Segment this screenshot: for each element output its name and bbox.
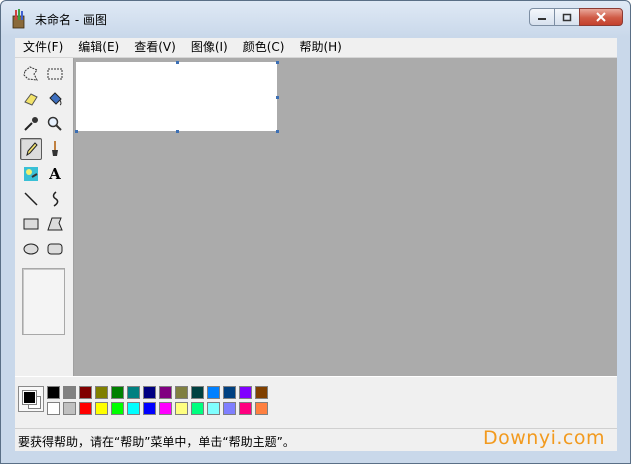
tool-pick-color[interactable] <box>20 113 42 135</box>
line-icon <box>24 192 38 206</box>
palette-color-swatch[interactable] <box>239 402 252 415</box>
palette-color-swatch[interactable] <box>175 386 188 399</box>
color-palette <box>15 376 617 421</box>
palette-color-swatch[interactable] <box>95 386 108 399</box>
menu-image[interactable]: 图像(I) <box>183 38 235 57</box>
palette-color-swatch[interactable] <box>63 402 76 415</box>
foreground-color-swatch <box>22 390 37 405</box>
color-picker-icon <box>24 117 38 131</box>
tool-brush[interactable] <box>44 138 66 160</box>
tool-rect-select[interactable] <box>44 63 66 85</box>
palette-color-swatch[interactable] <box>79 402 92 415</box>
resize-handle-corner[interactable] <box>276 130 279 133</box>
toolbox: A <box>15 58 74 376</box>
palette-color-swatch[interactable] <box>127 402 140 415</box>
palette-color-swatch[interactable] <box>143 386 156 399</box>
current-colors <box>18 386 44 412</box>
palette-color-swatch[interactable] <box>111 402 124 415</box>
curve-icon <box>52 191 59 207</box>
canvas-area <box>74 58 617 376</box>
free-select-icon <box>23 66 38 81</box>
palette-color-swatch[interactable] <box>79 386 92 399</box>
window-controls <box>529 8 623 26</box>
menu-bar: 文件(F) 编辑(E) 查看(V) 图像(I) 颜色(C) 帮助(H) <box>15 38 617 58</box>
palette-color-swatch[interactable] <box>255 386 268 399</box>
maximize-icon <box>562 13 572 21</box>
palette-color-swatch[interactable] <box>191 402 204 415</box>
rect-select-icon <box>47 68 63 80</box>
maximize-button[interactable] <box>554 8 580 26</box>
window-title: 未命名 - 画图 <box>35 13 107 27</box>
palette-color-swatch[interactable] <box>143 402 156 415</box>
palette-color-swatch[interactable] <box>175 402 188 415</box>
palette-color-swatch[interactable] <box>223 402 236 415</box>
tool-fill[interactable] <box>44 88 66 110</box>
tool-options-box[interactable] <box>22 268 65 335</box>
tool-text[interactable]: A <box>44 163 66 185</box>
ellipse-icon <box>23 243 39 255</box>
magnifier-icon <box>47 116 62 131</box>
palette-color-swatch[interactable] <box>47 386 60 399</box>
paint-window: 未命名 - 画图 文件(F) 编辑(E) 查看(V) 图像(I) 颜色(C) 帮… <box>0 0 631 464</box>
menu-view[interactable]: 查看(V) <box>126 38 183 57</box>
palette-color-swatch[interactable] <box>191 386 204 399</box>
fill-bucket-icon <box>49 92 62 106</box>
menu-edit[interactable]: 编辑(E) <box>70 38 126 57</box>
title-bar[interactable]: 未命名 - 画图 <box>1 1 630 37</box>
menu-colors[interactable]: 颜色(C) <box>235 38 292 57</box>
paint-app-icon <box>12 9 25 29</box>
palette-color-swatch[interactable] <box>159 386 172 399</box>
brush-icon <box>52 141 58 156</box>
close-button[interactable] <box>579 8 623 26</box>
resize-handle-top <box>176 61 179 64</box>
minimize-button[interactable] <box>529 8 555 26</box>
tool-magnifier[interactable] <box>44 113 66 135</box>
tool-rounded-rectangle[interactable] <box>44 238 66 260</box>
resize-handle-bottom[interactable] <box>176 130 179 133</box>
tool-rectangle[interactable] <box>20 213 42 235</box>
watermark: Downyi.com <box>483 427 605 449</box>
resize-handle-bottom-left <box>75 130 78 133</box>
status-text: 要获得帮助，请在“帮助”菜单中，单击“帮助主题”。 <box>18 435 295 449</box>
palette-color-swatch[interactable] <box>111 386 124 399</box>
palette-color-swatch[interactable] <box>127 386 140 399</box>
palette-color-swatch[interactable] <box>47 402 60 415</box>
rectangle-icon <box>23 218 39 230</box>
palette-color-swatch[interactable] <box>159 402 172 415</box>
drawing-canvas[interactable] <box>76 62 277 131</box>
palette-color-swatch[interactable] <box>207 386 220 399</box>
menu-help[interactable]: 帮助(H) <box>291 38 348 57</box>
palette-color-swatch[interactable] <box>63 386 76 399</box>
tool-ellipse[interactable] <box>20 238 42 260</box>
palette-color-swatch[interactable] <box>239 386 252 399</box>
pencil-icon <box>26 142 38 157</box>
palette-color-swatch[interactable] <box>223 386 236 399</box>
tool-polygon[interactable] <box>44 213 66 235</box>
rounded-rectangle-icon <box>47 243 63 255</box>
palette-color-swatch[interactable] <box>95 402 108 415</box>
polygon-icon <box>47 217 63 231</box>
palette-color-swatch[interactable] <box>207 402 220 415</box>
tool-eraser[interactable] <box>20 88 42 110</box>
resize-handle-top-right <box>276 61 279 64</box>
airbrush-icon <box>24 167 38 181</box>
eraser-icon <box>24 93 38 106</box>
tool-line[interactable] <box>20 188 42 210</box>
tool-curve[interactable] <box>44 188 66 210</box>
tool-pencil[interactable] <box>20 138 42 160</box>
close-icon <box>596 12 606 22</box>
text-icon: A <box>49 165 61 183</box>
resize-handle-right[interactable] <box>276 96 279 99</box>
tool-airbrush[interactable] <box>20 163 42 185</box>
tool-free-select[interactable] <box>20 63 42 85</box>
minimize-icon <box>538 18 546 20</box>
menu-file[interactable]: 文件(F) <box>15 38 70 57</box>
palette-color-swatch[interactable] <box>255 402 268 415</box>
client-area: A <box>15 58 617 428</box>
